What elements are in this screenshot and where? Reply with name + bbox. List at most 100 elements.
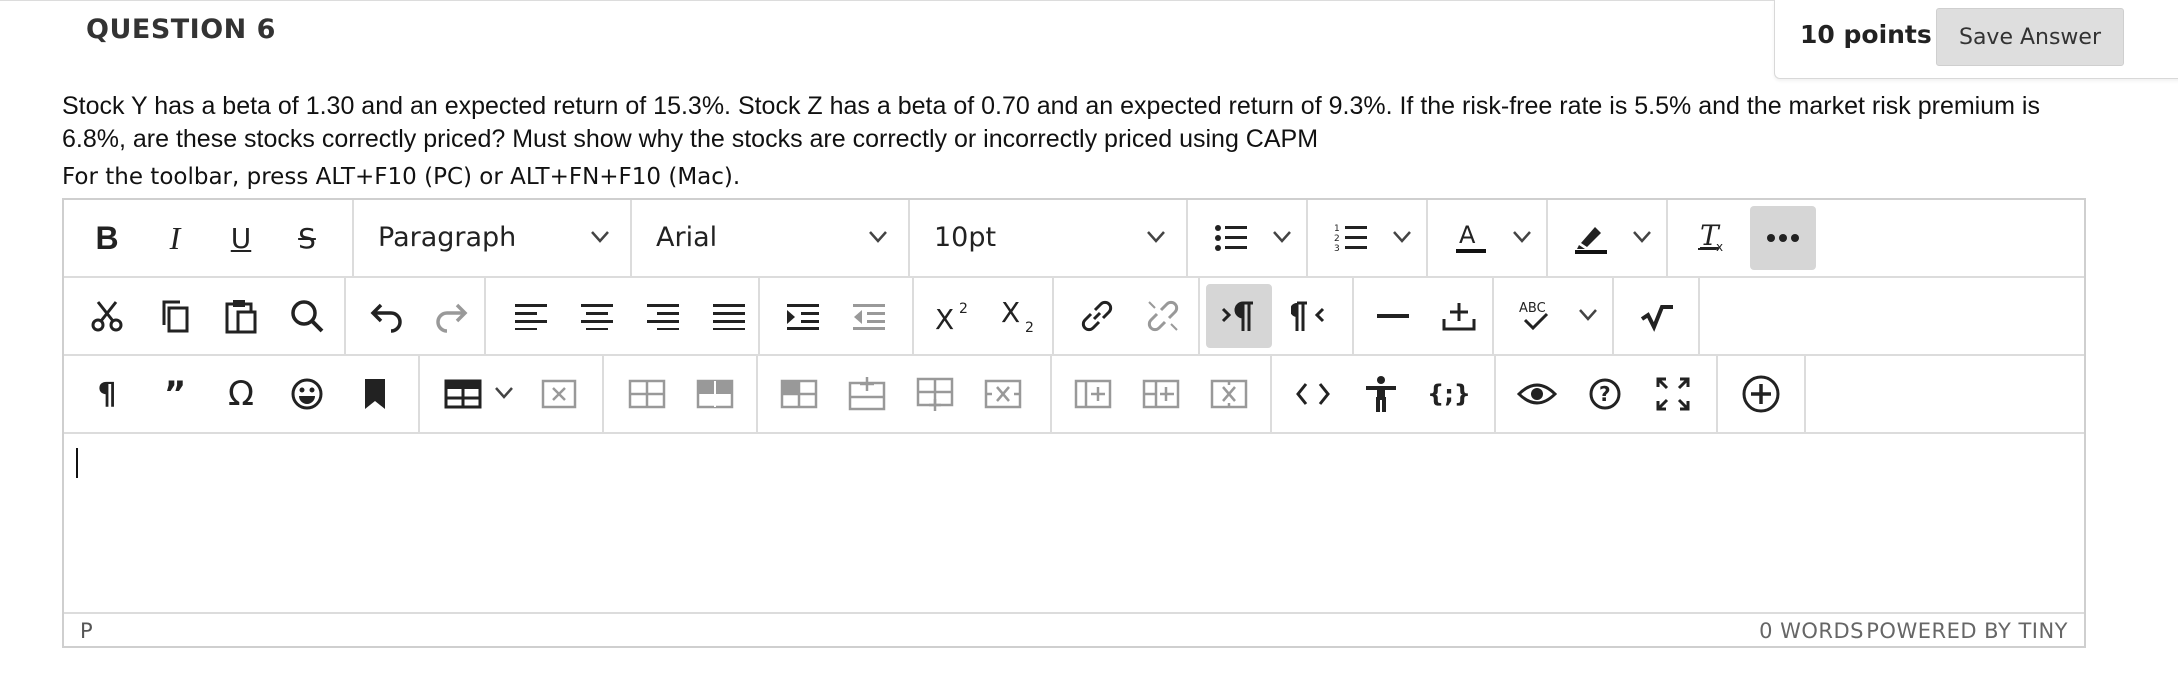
block-format-select[interactable]: Paragraph bbox=[354, 200, 632, 276]
svg-text:2: 2 bbox=[959, 301, 968, 317]
question-title: QUESTION 6 bbox=[86, 14, 276, 45]
superscript-icon[interactable]: X2 bbox=[920, 284, 986, 348]
svg-text:2: 2 bbox=[1334, 234, 1340, 244]
underline-icon[interactable]: U bbox=[208, 206, 274, 270]
strikethrough-icon[interactable]: S bbox=[274, 206, 340, 270]
question-text: Stock Y has a beta of 1.30 and an expect… bbox=[62, 92, 2040, 153]
ltr-icon[interactable] bbox=[1206, 284, 1272, 348]
horizontal-line-icon[interactable] bbox=[1360, 284, 1426, 348]
word-count[interactable]: 0 WORDS bbox=[1759, 619, 1864, 643]
powered-by-link[interactable]: POWERED BY TINY bbox=[1866, 619, 2068, 643]
view-group: ? bbox=[1496, 356, 1718, 432]
italic-icon[interactable]: I bbox=[142, 206, 208, 270]
insert-row-icon[interactable] bbox=[834, 362, 900, 426]
font-family-select[interactable]: Arial bbox=[632, 200, 910, 276]
chevron-down-icon bbox=[591, 231, 609, 243]
show-blocks-icon[interactable]: ¶ bbox=[74, 362, 140, 426]
highlight-color-icon[interactable] bbox=[1558, 206, 1624, 270]
chevron-down-icon[interactable] bbox=[1578, 308, 1598, 322]
chevron-down-icon[interactable] bbox=[1632, 230, 1652, 244]
chevron-down-icon[interactable] bbox=[494, 386, 514, 400]
link-group bbox=[1054, 278, 1200, 354]
unlink-icon[interactable] bbox=[1130, 284, 1196, 348]
delete-table-icon[interactable] bbox=[526, 362, 592, 426]
code-sample-icon[interactable]: {;} bbox=[1416, 362, 1482, 426]
table-row-group bbox=[604, 356, 758, 432]
bold-icon[interactable]: B bbox=[74, 206, 140, 270]
math-icon[interactable] bbox=[1624, 284, 1690, 348]
text-style-group: B I U S bbox=[64, 200, 354, 276]
align-left-icon[interactable] bbox=[498, 284, 564, 348]
insert-group bbox=[1354, 278, 1494, 354]
svg-text:x: x bbox=[1716, 240, 1723, 254]
clear-formatting-icon[interactable]: Tx bbox=[1680, 206, 1746, 270]
table-row-before-icon[interactable] bbox=[614, 362, 680, 426]
text-cursor bbox=[76, 448, 78, 478]
bullet-list-group bbox=[1188, 200, 1308, 276]
numbered-list-group: 123 bbox=[1308, 200, 1428, 276]
svg-text:A: A bbox=[1459, 221, 1476, 249]
numbered-list-icon[interactable]: 123 bbox=[1318, 206, 1384, 270]
paste-icon[interactable] bbox=[208, 284, 274, 348]
redo-icon[interactable] bbox=[418, 284, 484, 348]
outdent-icon[interactable] bbox=[836, 284, 902, 348]
blockquote-icon[interactable]: ” bbox=[142, 362, 208, 426]
editor-statusbar: P 0 WORDS POWERED BY TINY bbox=[64, 612, 2084, 646]
cell-props-icon[interactable] bbox=[766, 362, 832, 426]
link-icon[interactable] bbox=[1064, 284, 1130, 348]
cut-icon[interactable] bbox=[74, 284, 140, 348]
find-icon[interactable] bbox=[274, 284, 340, 348]
preview-icon[interactable] bbox=[1504, 362, 1570, 426]
align-center-icon[interactable] bbox=[564, 284, 630, 348]
direction-group bbox=[1200, 278, 1354, 354]
split-cell-icon[interactable] bbox=[1060, 362, 1126, 426]
insert-col-icon[interactable] bbox=[902, 362, 968, 426]
element-path[interactable]: P bbox=[80, 619, 93, 643]
indent-icon[interactable] bbox=[770, 284, 836, 348]
add-content-icon[interactable] bbox=[1728, 362, 1794, 426]
block-format-value: Paragraph bbox=[378, 222, 517, 253]
source-code-icon[interactable] bbox=[1280, 362, 1346, 426]
editor-content-area[interactable] bbox=[64, 434, 2084, 612]
subscript-icon[interactable]: X2 bbox=[986, 284, 1052, 348]
save-answer-button[interactable]: Save Answer bbox=[1936, 8, 2124, 66]
rich-text-editor: B I U S Paragraph Arial 10pt 123 A T x X… bbox=[62, 198, 2086, 648]
delete-col-icon[interactable] bbox=[1196, 362, 1262, 426]
add-content-group bbox=[1718, 356, 1806, 432]
justify-icon[interactable] bbox=[696, 284, 762, 348]
bookmark-icon[interactable] bbox=[342, 362, 408, 426]
fullscreen-icon[interactable] bbox=[1640, 362, 1706, 426]
font-size-select[interactable]: 10pt bbox=[910, 200, 1188, 276]
svg-text:X: X bbox=[935, 303, 954, 333]
chevron-down-icon[interactable] bbox=[1272, 230, 1292, 244]
blocks-group: ¶ ” Ω bbox=[64, 356, 420, 432]
font-family-value: Arial bbox=[656, 222, 718, 253]
text-color-icon[interactable]: A bbox=[1438, 206, 1504, 270]
table-row-after-icon[interactable] bbox=[682, 362, 748, 426]
merge-cell-icon[interactable] bbox=[1128, 362, 1194, 426]
table-icon[interactable] bbox=[430, 362, 496, 426]
points-label: 10 points bbox=[1800, 20, 1932, 49]
code-group: {;} bbox=[1272, 356, 1496, 432]
accessibility-icon[interactable] bbox=[1348, 362, 1414, 426]
help-icon[interactable]: ? bbox=[1572, 362, 1638, 426]
spellcheck-icon[interactable]: ABC bbox=[1502, 284, 1568, 348]
copy-icon[interactable] bbox=[142, 284, 208, 348]
bullet-list-icon[interactable] bbox=[1198, 206, 1264, 270]
misc-group-1: Tx bbox=[1668, 200, 1878, 276]
chevron-down-icon[interactable] bbox=[1512, 230, 1532, 244]
svg-text:2: 2 bbox=[1025, 320, 1034, 334]
align-right-icon[interactable] bbox=[630, 284, 696, 348]
delete-cell-icon[interactable] bbox=[970, 362, 1036, 426]
chevron-down-icon[interactable] bbox=[1392, 230, 1412, 244]
rtl-icon[interactable] bbox=[1276, 284, 1342, 348]
table-cell-group bbox=[758, 356, 1052, 432]
svg-text:X: X bbox=[1001, 298, 1020, 329]
undo-icon[interactable] bbox=[354, 284, 420, 348]
insert-anchor-icon[interactable] bbox=[1426, 284, 1492, 348]
chevron-down-icon bbox=[1147, 231, 1165, 243]
special-character-icon[interactable]: Ω bbox=[208, 362, 274, 426]
more-icon[interactable] bbox=[1750, 206, 1816, 270]
math-group bbox=[1614, 278, 1700, 354]
emoji-icon[interactable] bbox=[274, 362, 340, 426]
